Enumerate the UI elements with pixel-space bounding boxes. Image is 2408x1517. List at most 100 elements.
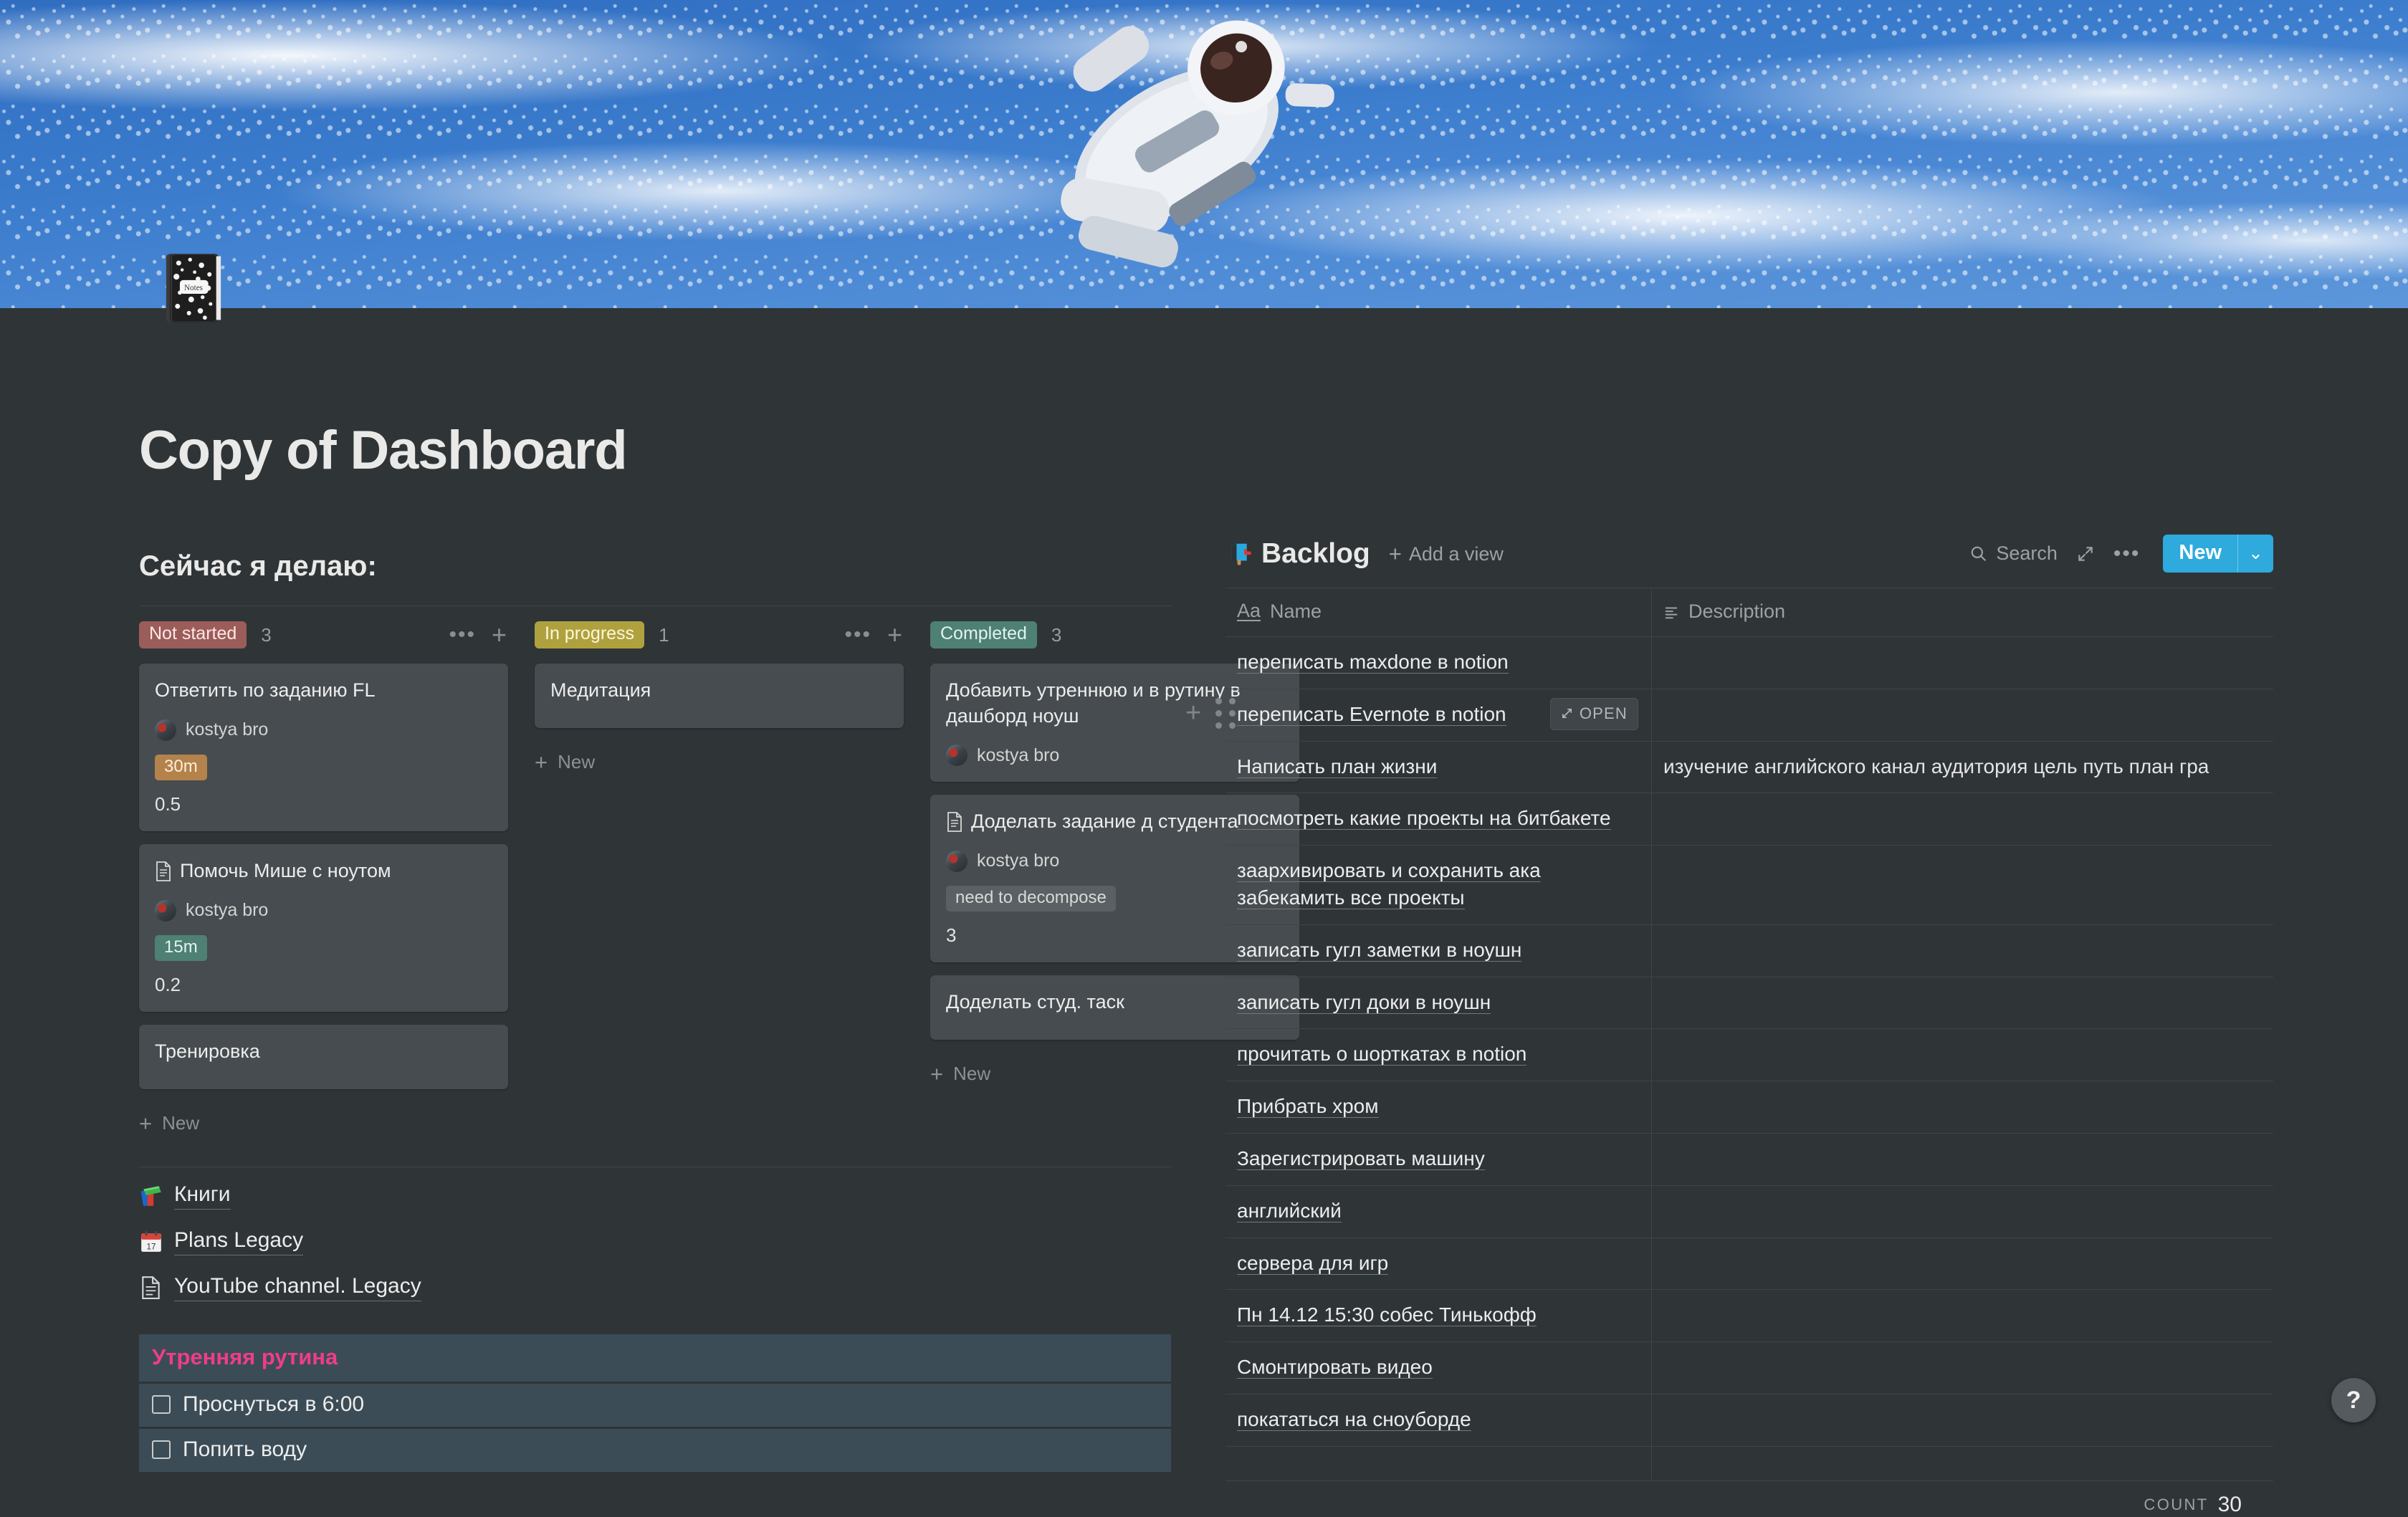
row-name-text: Смонтировать видео xyxy=(1237,1356,1433,1379)
cell-name[interactable]: посмотреть какие проекты на битбакете xyxy=(1226,793,1652,846)
page-link-plans-legacy[interactable]: 17 Plans Legacy xyxy=(139,1228,304,1255)
page-cover[interactable] xyxy=(0,0,2408,308)
add-new-card-not-started[interactable]: + New xyxy=(139,1111,508,1136)
expand-icon[interactable] xyxy=(2076,545,2095,563)
page-title[interactable]: Copy of Dashboard xyxy=(139,419,628,482)
table-row[interactable]: прочитать о шорткатах в notion xyxy=(1226,1029,2273,1082)
cell-name[interactable]: Пн 14.12 15:30 собес Тинькофф xyxy=(1226,1290,1652,1342)
routine-item-label: Попить воду xyxy=(183,1437,307,1461)
cell-name[interactable]: Зарегистрировать машину xyxy=(1226,1133,1652,1185)
cell-description[interactable] xyxy=(1652,1081,2273,1133)
plus-icon: + xyxy=(139,1110,153,1136)
person-name: kostya bro xyxy=(977,745,1060,765)
column-header-description[interactable]: Description xyxy=(1652,588,2273,636)
cell-name[interactable]: записать гугл заметки в ноушн xyxy=(1226,924,1652,977)
page-link-books[interactable]: Книги xyxy=(139,1182,231,1210)
cell-name[interactable]: английский xyxy=(1226,1185,1652,1238)
routine-todo-item[interactable]: Попить воду xyxy=(139,1429,1171,1472)
column-header-label: Description xyxy=(1688,600,1786,622)
cell-name[interactable]: переписать maxdone в notion xyxy=(1226,637,1652,689)
more-options-icon[interactable]: ••• xyxy=(2113,542,2141,564)
add-card-icon[interactable]: + xyxy=(492,621,507,647)
cell-description[interactable] xyxy=(1652,977,2273,1029)
cell-description[interactable] xyxy=(1652,846,2273,924)
cell-name[interactable]: Написать план жизни xyxy=(1226,741,1652,793)
page-link-label: YouTube channel. Legacy xyxy=(174,1274,421,1301)
card-person: kostya bro xyxy=(155,719,492,741)
page-link-youtube-legacy[interactable]: YouTube channel. Legacy xyxy=(139,1274,421,1301)
table-row[interactable]: переписать Evernote в notion OPEN xyxy=(1226,689,2273,742)
cell-description[interactable] xyxy=(1652,1394,2273,1446)
table-row[interactable]: покататься на сноуборде xyxy=(1226,1394,2273,1447)
cell-description[interactable] xyxy=(1652,1186,2273,1238)
status-badge[interactable]: Not started xyxy=(139,621,247,649)
table-row[interactable]: посмотреть какие проекты на битбакете xyxy=(1226,793,2273,846)
routine-todo-item[interactable]: Проснуться в 6:00 xyxy=(139,1384,1171,1427)
new-button-label: New xyxy=(2179,541,2222,564)
cell-description[interactable] xyxy=(1652,689,2273,741)
table-row[interactable]: Написать план жизни изучение английского… xyxy=(1226,741,2273,794)
cell-description[interactable] xyxy=(1652,1290,2273,1341)
cell-description[interactable] xyxy=(1652,1238,2273,1290)
cell-description[interactable] xyxy=(1652,925,2273,977)
checkbox[interactable] xyxy=(152,1440,171,1459)
notebook-emoji[interactable]: Notes xyxy=(159,249,228,327)
table-row[interactable]: записать гугл заметки в ноушн xyxy=(1226,924,2273,977)
cell-name[interactable]: сервера для игр xyxy=(1226,1238,1652,1290)
add-a-view-button[interactable]: + Add a view xyxy=(1389,541,1504,567)
cell-description[interactable] xyxy=(1652,1342,2273,1394)
cell-description[interactable] xyxy=(1652,793,2273,845)
table-row[interactable]: заархивировать и сохранить ака забекамит… xyxy=(1226,846,2273,925)
board-card[interactable]: Тренировка xyxy=(139,1025,508,1089)
chevron-down-icon[interactable]: ⌄ xyxy=(2237,535,2273,573)
plus-icon: + xyxy=(930,1061,944,1086)
cell-description[interactable] xyxy=(1652,1029,2273,1081)
status-badge[interactable]: In progress xyxy=(535,621,645,649)
cell-description[interactable]: изучение английского канал аудитория цел… xyxy=(1652,742,2273,793)
board-card[interactable]: Помочь Мише с ноутом kostya bro 15m 0.2 xyxy=(139,844,508,1013)
column-header-name[interactable]: Aa Name xyxy=(1226,588,1652,636)
help-button[interactable]: ? xyxy=(2331,1378,2376,1422)
cell-description[interactable] xyxy=(1652,1134,2273,1185)
add-group-icon[interactable]: + xyxy=(1185,699,1201,726)
add-new-card-in-progress[interactable]: + New xyxy=(535,750,904,775)
more-options-icon[interactable]: ••• xyxy=(449,623,476,645)
more-options-icon[interactable]: ••• xyxy=(844,623,871,645)
checkbox[interactable] xyxy=(152,1395,171,1414)
table-row[interactable]: Смонтировать видео xyxy=(1226,1342,2273,1394)
table-row[interactable]: переписать maxdone в notion xyxy=(1226,637,2273,689)
routine-heading[interactable]: Утренняя рутина xyxy=(139,1334,1171,1382)
person-name: kostya bro xyxy=(186,900,269,921)
table-row[interactable]: записать гугл доки в ноушн xyxy=(1226,977,2273,1030)
column-header: Not started 3 ••• + xyxy=(139,619,508,651)
cell-description[interactable] xyxy=(1652,637,2273,689)
table-row[interactable]: Прибрать хром xyxy=(1226,1081,2273,1134)
table-row[interactable]: Пн 14.12 15:30 собес Тинькофф xyxy=(1226,1290,2273,1343)
cell-name[interactable]: прочитать о шорткатах в notion xyxy=(1226,1029,1652,1081)
cell-name[interactable]: записать гугл доки в ноушн xyxy=(1226,977,1652,1029)
cell-name[interactable]: заархивировать и сохранить ака забекамит… xyxy=(1226,846,1652,924)
table-row[interactable]: английский xyxy=(1226,1185,2273,1238)
search-button[interactable]: Search xyxy=(1969,542,2058,565)
cell-name[interactable]: покататься на сноуборде xyxy=(1226,1394,1652,1446)
board-card[interactable]: Медитация xyxy=(535,664,904,728)
cell-name[interactable]: Смонтировать видео xyxy=(1226,1342,1652,1394)
status-badge[interactable]: Completed xyxy=(930,621,1037,649)
duration-tag: 15m xyxy=(155,934,207,962)
backlog-title[interactable]: Backlog xyxy=(1261,538,1370,570)
cell-name[interactable]: Прибрать хром xyxy=(1226,1081,1652,1133)
drag-handle-icon[interactable] xyxy=(1215,698,1236,729)
board-card[interactable]: Ответить по заданию FL kostya bro 30m 0.… xyxy=(139,664,508,832)
text-type-icon xyxy=(1665,606,1678,618)
board-column-in-progress: In progress 1 ••• + Медитация + New xyxy=(535,619,904,775)
table-row[interactable]: сервера для игр xyxy=(1226,1238,2273,1291)
board-heading[interactable]: Сейчас я делаю: xyxy=(139,550,377,583)
document-icon xyxy=(947,812,962,833)
new-record-button[interactable]: New ⌄ xyxy=(2163,535,2273,573)
table-row[interactable]: Зарегистрировать машину xyxy=(1226,1133,2273,1186)
row-name-text: Зарегистрировать машину xyxy=(1237,1147,1485,1170)
cell-name[interactable]: переписать Evernote в notion OPEN xyxy=(1226,689,1652,741)
open-record-button[interactable]: OPEN xyxy=(1549,697,1638,731)
row-name-text: записать гугл доки в ноушн xyxy=(1237,990,1491,1014)
add-card-icon[interactable]: + xyxy=(887,621,902,647)
